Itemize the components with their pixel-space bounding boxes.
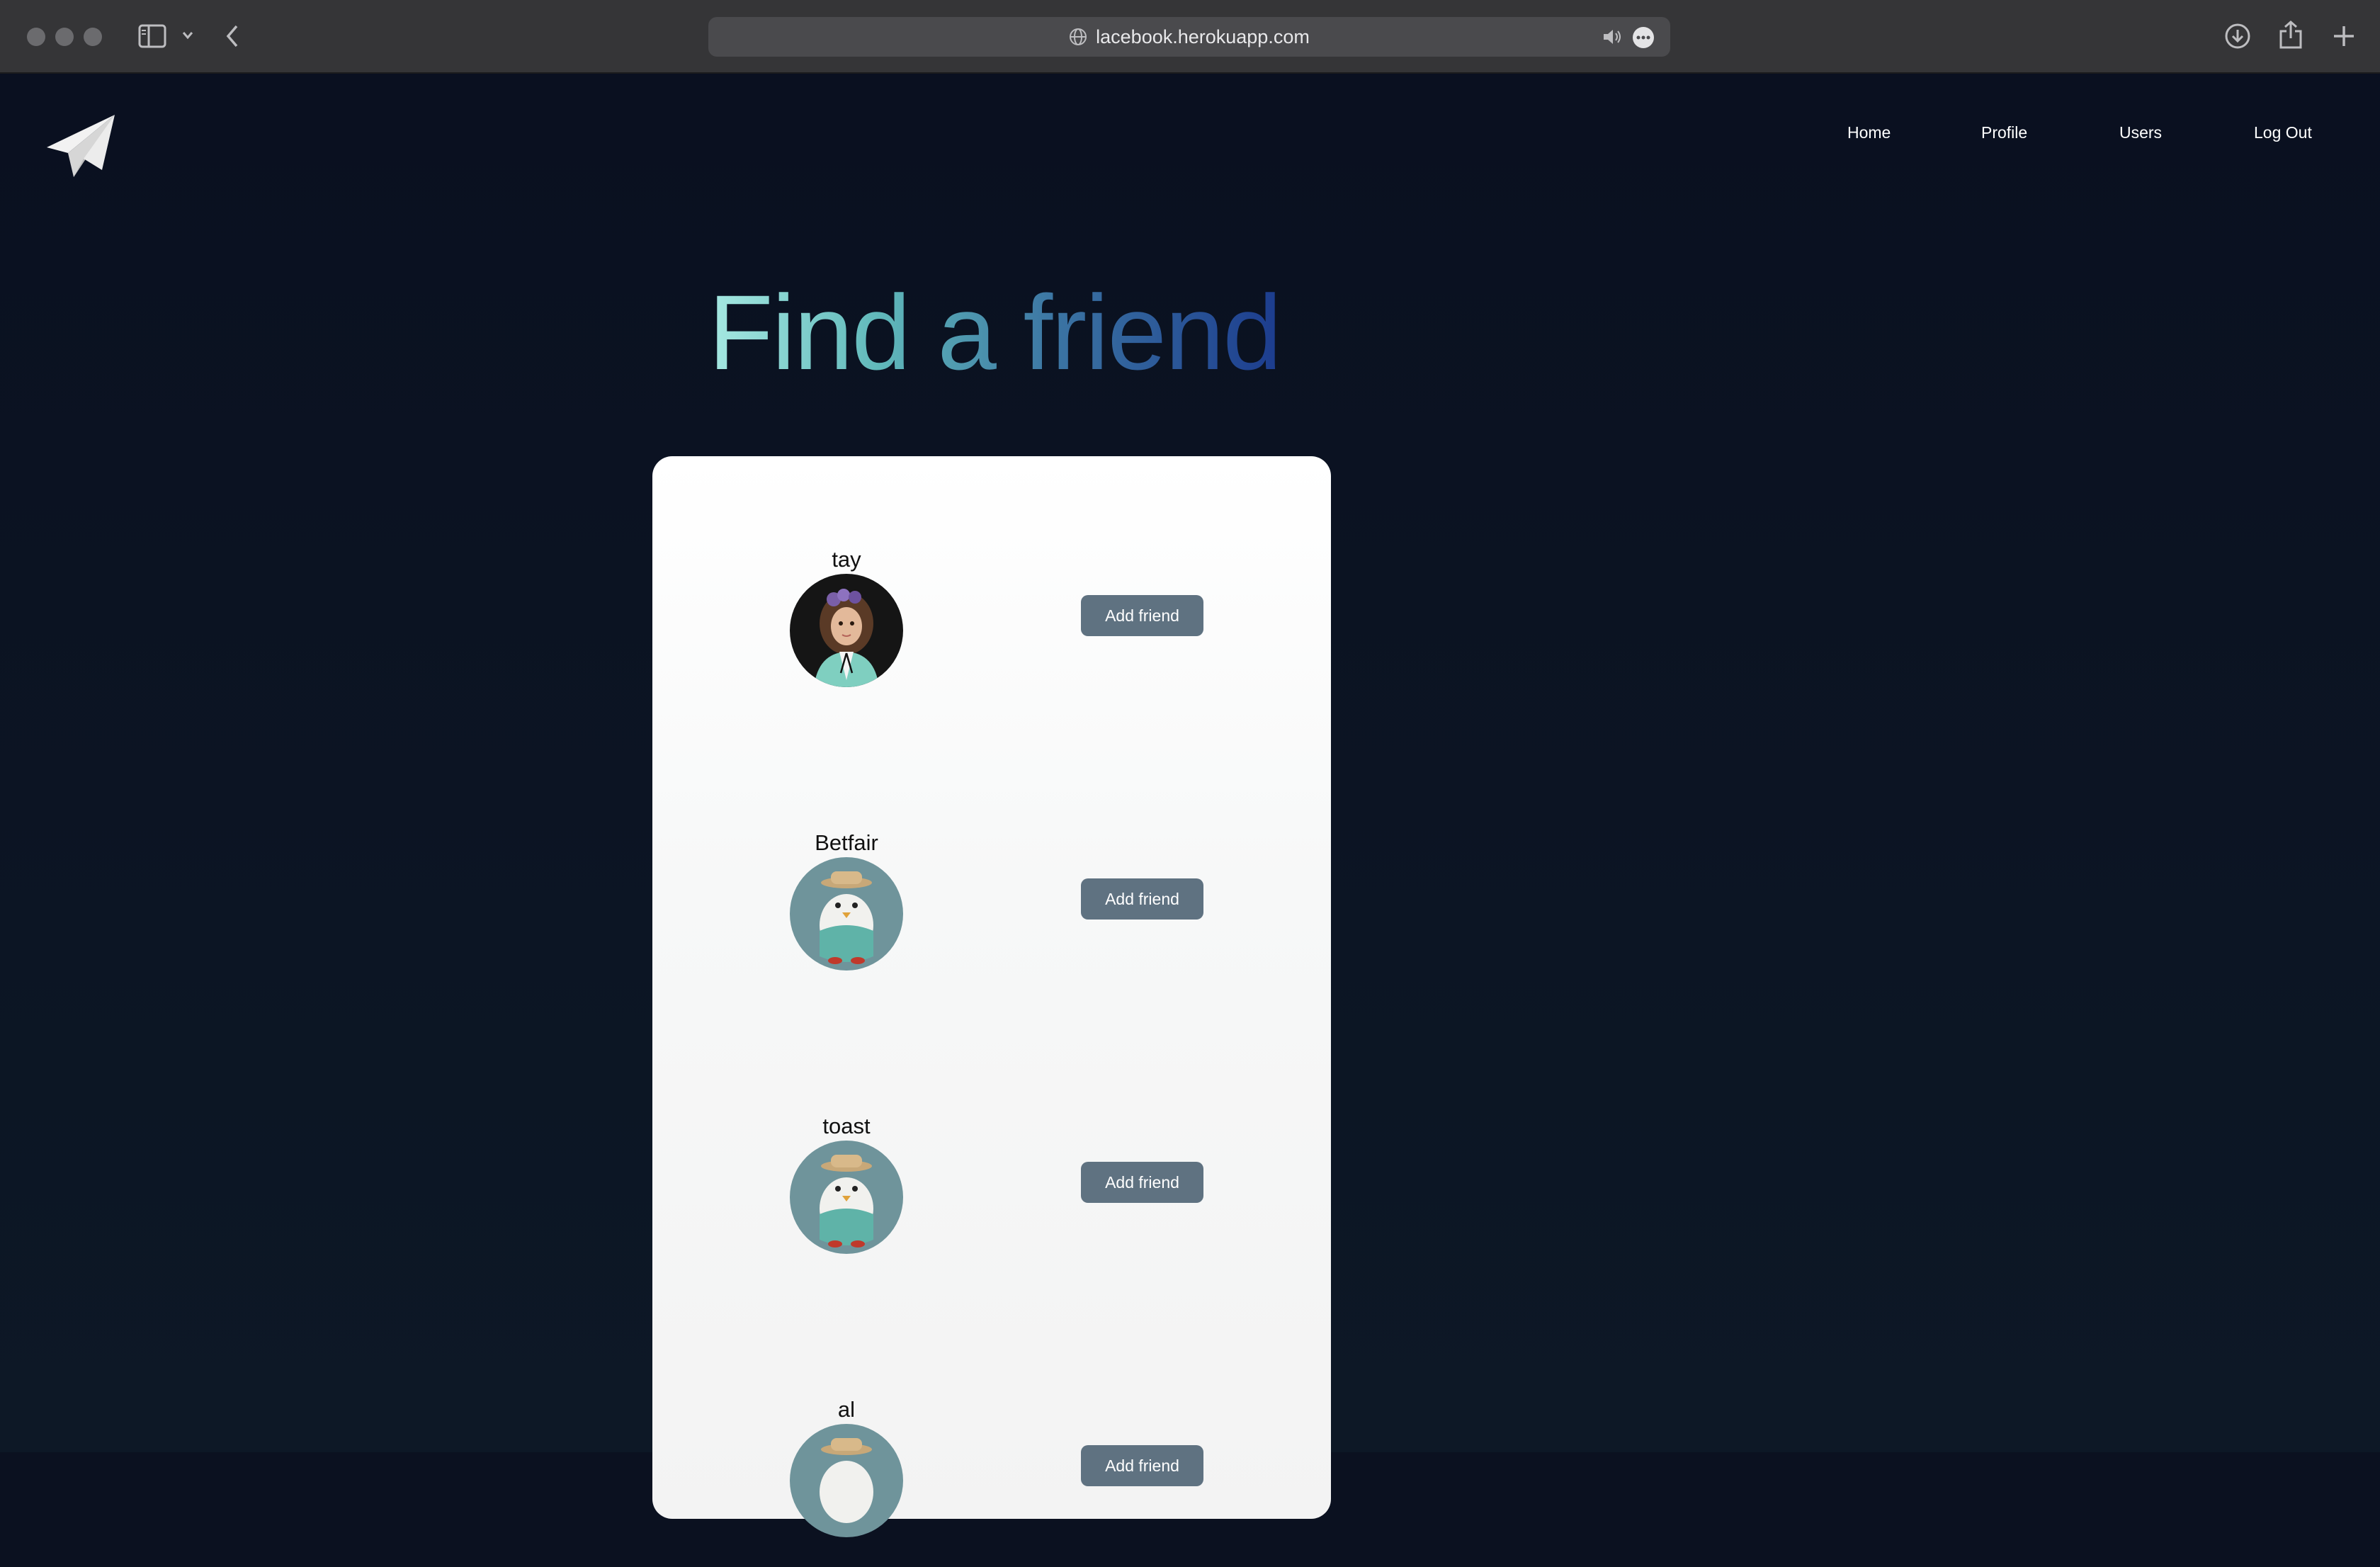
more-options-icon[interactable] xyxy=(1632,26,1655,49)
add-friend-button[interactable]: Add friend xyxy=(1081,878,1203,920)
girl-avatar xyxy=(790,574,903,687)
new-tab-icon[interactable] xyxy=(2332,24,2356,48)
user-name: al xyxy=(837,1397,856,1422)
add-friend-button[interactable]: Add friend xyxy=(1081,1162,1203,1203)
users-list-card: tay Add friend Betfair Add friend toast … xyxy=(652,456,1331,1537)
list-item: al Add friend xyxy=(652,1397,1331,1567)
nav-profile-link[interactable]: Profile xyxy=(1981,123,2027,142)
download-icon[interactable] xyxy=(2224,23,2251,50)
speaker-icon[interactable] xyxy=(1602,27,1624,47)
chevron-down-icon[interactable] xyxy=(182,31,193,40)
globe-icon xyxy=(1070,28,1087,45)
default-bird-avatar xyxy=(790,1141,903,1254)
add-friend-button[interactable]: Add friend xyxy=(1081,1445,1203,1486)
user-name: toast xyxy=(822,1114,871,1138)
user-name: tay xyxy=(832,547,861,572)
minimize-window-button[interactable] xyxy=(55,28,74,46)
nav-users-link[interactable]: Users xyxy=(2119,123,2162,142)
back-icon[interactable] xyxy=(225,24,239,48)
close-window-button[interactable] xyxy=(27,28,45,46)
nav-logout-link[interactable]: Log Out xyxy=(2254,123,2312,142)
list-item: Betfair Add friend xyxy=(652,830,1331,1000)
share-icon[interactable] xyxy=(2278,20,2304,50)
sidebar-toggle-icon[interactable] xyxy=(138,24,166,48)
paper-plane-logo[interactable] xyxy=(45,113,116,180)
url-text[interactable]: lacebook.herokuapp.com xyxy=(708,17,1670,57)
page-title: Find a friend xyxy=(708,273,1282,392)
default-bird-avatar xyxy=(790,857,903,971)
address-bar[interactable]: lacebook.herokuapp.com xyxy=(708,17,1670,57)
url-label: lacebook.herokuapp.com xyxy=(1096,26,1310,47)
list-item: tay Add friend xyxy=(652,547,1331,717)
nav-home-link[interactable]: Home xyxy=(1847,123,1891,142)
user-name: Betfair xyxy=(815,830,878,855)
add-friend-button[interactable]: Add friend xyxy=(1081,595,1203,636)
page-content: Home Profile Users Log Out Find a friend… xyxy=(0,74,2380,1537)
list-item: toast Add friend xyxy=(652,1114,1331,1284)
browser-toolbar: lacebook.herokuapp.com xyxy=(0,0,2380,74)
zoom-window-button[interactable] xyxy=(84,28,102,46)
default-bird-avatar xyxy=(790,1424,903,1537)
